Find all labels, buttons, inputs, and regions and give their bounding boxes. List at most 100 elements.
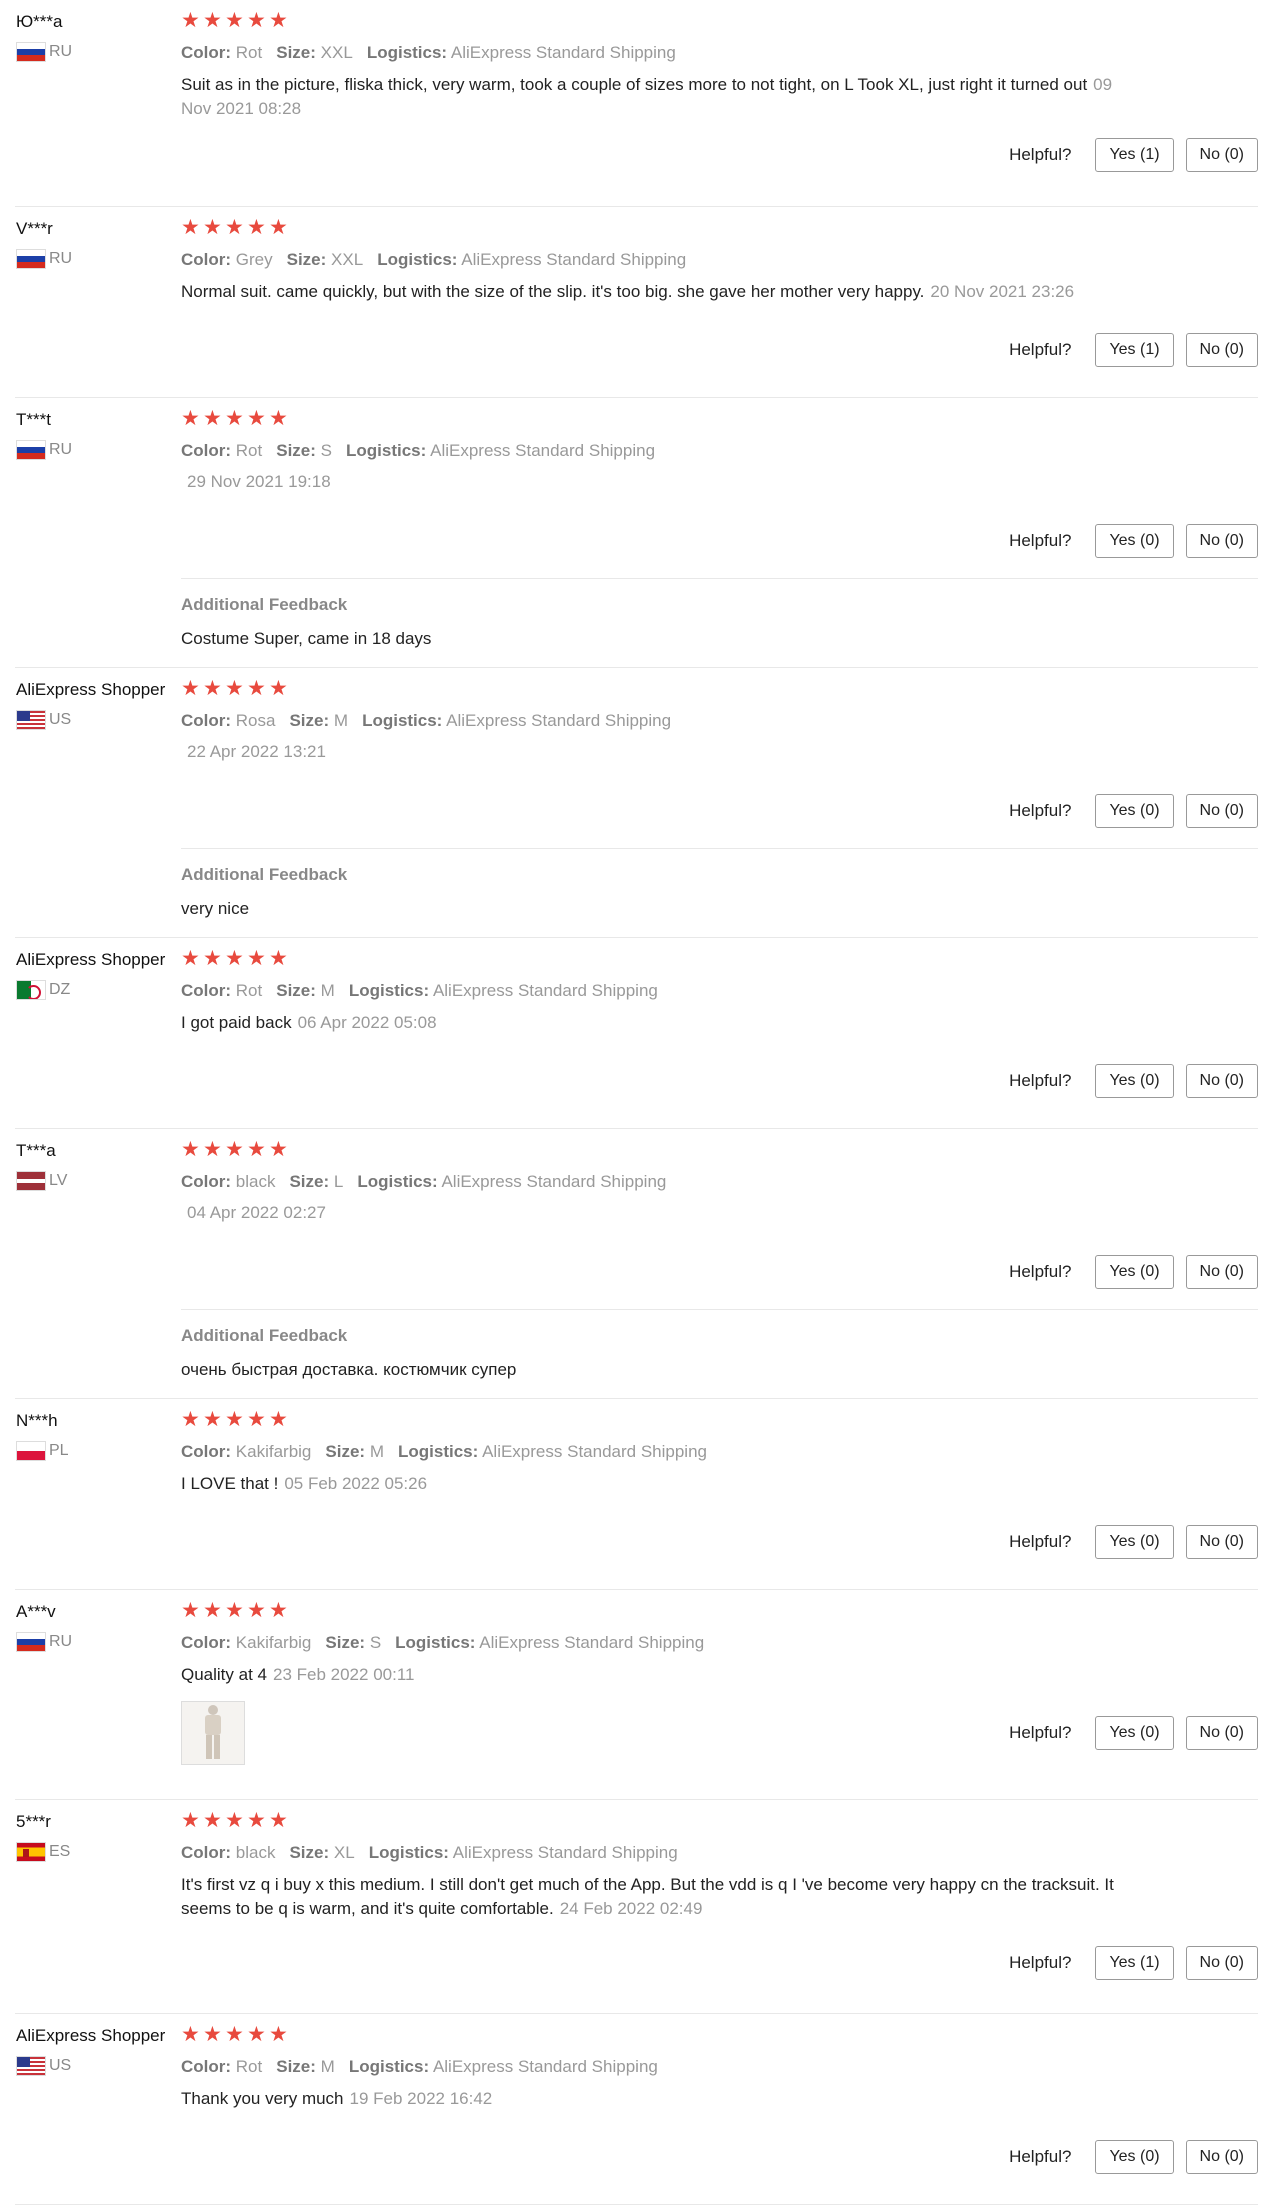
helpful-yes-button[interactable]: Yes (1)	[1095, 333, 1174, 367]
additional-feedback: Additional Feedback very nice	[181, 848, 1258, 919]
helpful-yes-button[interactable]: Yes (0)	[1095, 794, 1174, 828]
order-attributes: Color: Kakifarbig Size: S Logistics: AliEx…	[181, 1632, 1131, 1654]
review-date: 29 Nov 2021 19:18	[187, 472, 331, 491]
review-text: Thank you very much 19 Feb 2022 16:42	[181, 2087, 1131, 2111]
additional-feedback-text: Costume Super, came in 18 days	[181, 629, 432, 648]
size-value: S	[369, 1633, 382, 1652]
logistics-label: Logistics:	[346, 441, 427, 460]
helpful-no-button[interactable]: No (0)	[1185, 794, 1258, 828]
star-icon: ★	[225, 1408, 244, 1431]
color-label: Color:	[181, 2057, 232, 2076]
star-icon: ★	[181, 1408, 200, 1431]
helpful-no-button[interactable]: No (0)	[1185, 333, 1258, 367]
reviewer-country: US	[16, 710, 181, 730]
flag-pl-icon	[16, 1441, 46, 1461]
helpful-label: Helpful?	[1009, 801, 1072, 820]
size-value: L	[333, 1172, 344, 1191]
helpful-votes: Helpful? Yes (1) No (0)	[1009, 333, 1258, 367]
review-text: Suit as in the picture, fliska thick, ve…	[181, 73, 1131, 121]
helpful-votes: Helpful? Yes (1) No (0)	[1009, 1946, 1258, 1980]
reviews-list: Ю***a RU ★ ★ ★ ★ ★ Color: Rot Size: XXL Logistics…	[0, 0, 1271, 2208]
reviewer-name: AliExpress Shopper	[16, 2026, 166, 2045]
logistics-value: AliExpress Standard Shipping	[441, 1172, 667, 1191]
helpful-label: Helpful?	[1009, 340, 1072, 359]
helpful-no-button[interactable]: No (0)	[1185, 1716, 1258, 1750]
reviewer-country: RU	[16, 440, 181, 460]
review-content: ★ ★ ★ ★ ★ Color: black Size: L Logistics: AliEx…	[181, 1139, 1131, 1224]
country-code: PL	[49, 1442, 69, 1459]
star-rating: ★ ★ ★ ★ ★	[181, 677, 1131, 701]
size-value: M	[320, 2057, 335, 2076]
review-card: A***v RU ★ ★ ★ ★ ★ Color: Kakifarbig Size: S Logi…	[15, 1590, 1258, 1800]
reviewer-country: DZ	[16, 980, 181, 1000]
star-icon: ★	[225, 677, 244, 700]
size-label: Size:	[276, 2057, 316, 2076]
star-rating: ★ ★ ★ ★ ★	[181, 408, 1131, 431]
logistics-value: AliExpress Standard Shipping	[479, 1633, 705, 1652]
review-text: I got paid back 06 Apr 2022 05:08	[181, 1011, 1131, 1035]
star-icon: ★	[181, 677, 200, 700]
flag-us-icon	[16, 710, 46, 730]
color-label: Color:	[181, 43, 232, 62]
star-rating: ★ ★ ★ ★ ★	[181, 9, 1131, 33]
order-attributes: Color: Kakifarbig Size: M Logistics: AliEx…	[181, 1441, 1131, 1463]
flag-ru-icon	[16, 42, 46, 62]
star-icon: ★	[203, 216, 222, 239]
star-icon: ★	[181, 216, 200, 239]
helpful-yes-button[interactable]: Yes (0)	[1095, 1255, 1174, 1289]
helpful-no-button[interactable]: No (0)	[1185, 524, 1258, 558]
helpful-no-button[interactable]: No (0)	[1185, 2140, 1258, 2174]
star-rating: ★ ★ ★ ★ ★	[181, 1600, 1131, 1623]
helpful-yes-button[interactable]: Yes (1)	[1095, 138, 1174, 172]
size-label: Size:	[289, 711, 330, 730]
helpful-yes-button[interactable]: Yes (0)	[1095, 2140, 1174, 2174]
order-attributes: Color: Grey Size: XXL Logistics: AliExpres…	[181, 249, 1131, 271]
helpful-yes-button[interactable]: Yes (0)	[1095, 1525, 1174, 1559]
order-attributes: Color: Rot Size: S Logistics: AliExpress S…	[181, 440, 1131, 462]
review-content: ★ ★ ★ ★ ★ Color: Rot Size: M Logistics: AliExpr…	[181, 2023, 1131, 2111]
size-label: Size:	[289, 1172, 330, 1191]
review-photo-thumbnail[interactable]	[181, 1701, 245, 1765]
color-label: Color:	[181, 981, 232, 1000]
helpful-yes-button[interactable]: Yes (1)	[1095, 1946, 1174, 1980]
color-value: black	[235, 1843, 276, 1862]
helpful-no-button[interactable]: No (0)	[1185, 1946, 1258, 1980]
review-card: Ю***a RU ★ ★ ★ ★ ★ Color: Rot Size: XXL Logistics…	[15, 0, 1258, 207]
helpful-label: Helpful?	[1009, 1723, 1072, 1742]
review-content: ★ ★ ★ ★ ★ Color: Rosa Size: M Logistics: AliExp…	[181, 677, 1131, 763]
helpful-no-button[interactable]: No (0)	[1185, 138, 1258, 172]
helpful-no-button[interactable]: No (0)	[1185, 1525, 1258, 1559]
flag-ru-icon	[16, 1632, 46, 1652]
review-card: AliExpress Shopper DZ ★ ★ ★ ★ ★ Color: Rot Size:…	[15, 938, 1258, 1129]
star-icon: ★	[269, 1408, 288, 1431]
review-date: 22 Apr 2022 13:21	[187, 742, 326, 761]
review-content: ★ ★ ★ ★ ★ Color: black Size: XL Logistics: AliE…	[181, 1809, 1131, 1921]
size-label: Size:	[325, 1633, 366, 1652]
country-code: RU	[49, 441, 73, 458]
reviewer-name: AliExpress Shopper	[16, 680, 166, 699]
helpful-yes-button[interactable]: Yes (0)	[1095, 1716, 1174, 1750]
review-text: Quality at 4 23 Feb 2022 00:11	[181, 1663, 1131, 1687]
reviewer-name: T***a	[16, 1141, 56, 1160]
country-code: RU	[49, 1633, 73, 1650]
helpful-no-button[interactable]: No (0)	[1185, 1255, 1258, 1289]
star-icon: ★	[269, 947, 288, 970]
helpful-yes-button[interactable]: Yes (0)	[1095, 524, 1174, 558]
reviewer-name: A***v	[16, 1602, 56, 1621]
size-label: Size:	[276, 43, 316, 62]
reviewer-info: 5***r ES	[16, 1811, 181, 1862]
helpful-yes-button[interactable]: Yes (0)	[1095, 1064, 1174, 1098]
helpful-no-button[interactable]: No (0)	[1185, 1064, 1258, 1098]
star-icon: ★	[203, 1809, 222, 1832]
star-icon: ★	[269, 2023, 288, 2046]
size-value: XL	[333, 1843, 355, 1862]
review-text: It's first vz q i buy x this medium. I s…	[181, 1873, 1131, 1921]
flag-lv-icon	[16, 1171, 46, 1191]
star-icon: ★	[225, 9, 244, 32]
review-body: Quality at 4	[181, 1665, 267, 1684]
logistics-value: AliExpress Standard Shipping	[450, 43, 676, 62]
review-content: ★ ★ ★ ★ ★ Color: Grey Size: XXL Logistics: AliE…	[181, 216, 1131, 304]
review-date: 04 Apr 2022 02:27	[187, 1203, 326, 1222]
photo-figure-icon	[205, 1705, 221, 1759]
size-value: M	[333, 711, 349, 730]
